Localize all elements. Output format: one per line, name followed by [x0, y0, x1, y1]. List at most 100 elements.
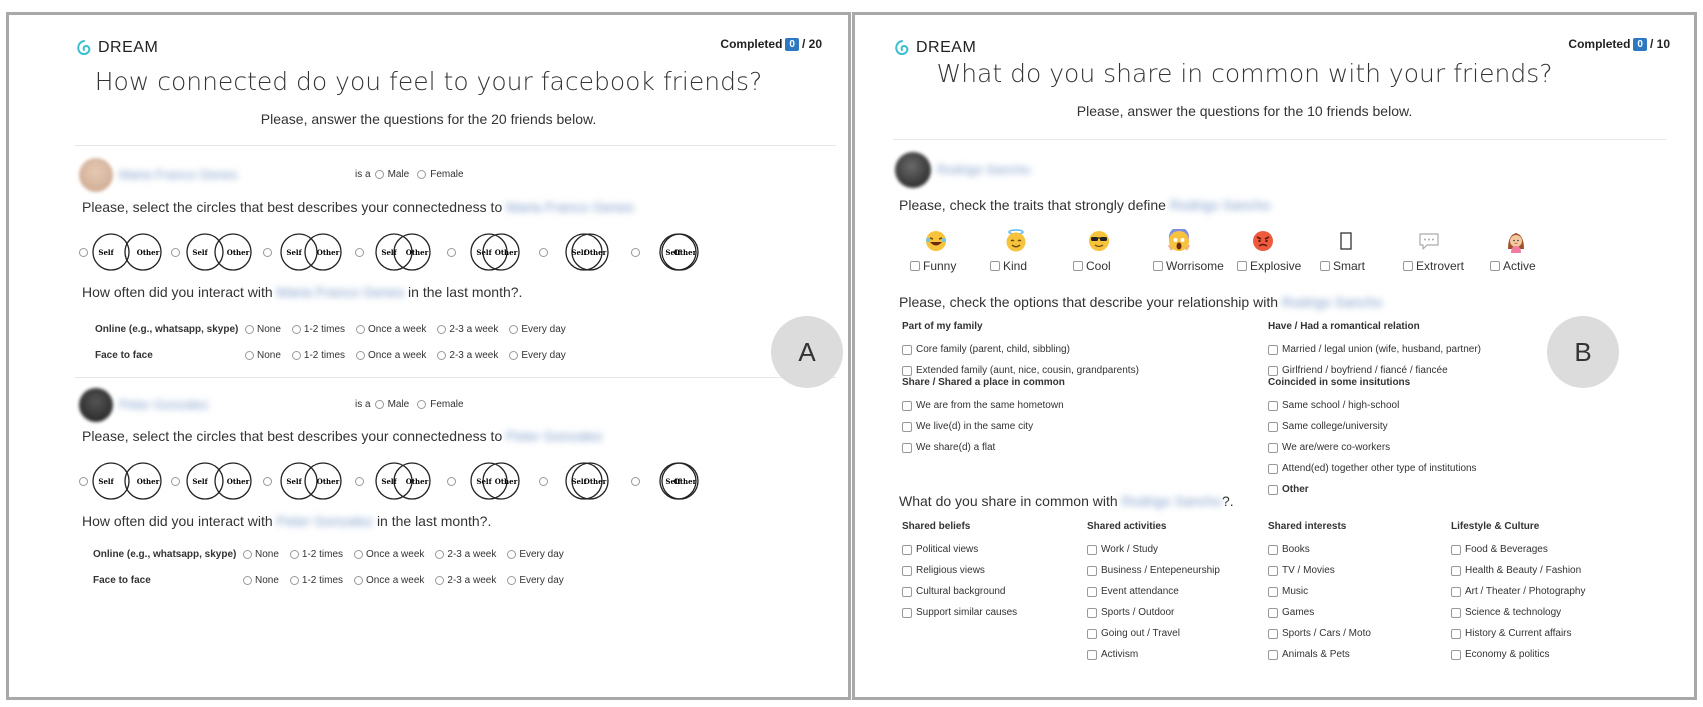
frequency-radio[interactable]: [243, 550, 252, 559]
frequency-radio[interactable]: [356, 351, 366, 360]
checkbox-option[interactable]: Same school / high-school: [1268, 395, 1477, 416]
checkbox-option[interactable]: We are/were co-workers: [1268, 437, 1477, 458]
frequency-radio[interactable]: [435, 550, 445, 559]
circle-option-radio[interactable]: [447, 476, 456, 486]
frequency-radio[interactable]: [437, 325, 447, 334]
checkbox-option[interactable]: TV / Movies: [1268, 560, 1371, 581]
option-checkbox[interactable]: [1087, 586, 1097, 597]
checkbox-option[interactable]: Activism: [1087, 644, 1220, 665]
option-checkbox[interactable]: [1451, 586, 1461, 597]
trait-checkbox[interactable]: [1490, 261, 1500, 271]
option-checkbox[interactable]: [1268, 565, 1278, 576]
circle-option-radio[interactable]: [539, 247, 548, 257]
trait-option[interactable]: Kind: [990, 259, 1027, 273]
checkbox-option[interactable]: Art / Theater / Photography: [1451, 581, 1585, 602]
option-checkbox[interactable]: [1268, 628, 1278, 639]
circle-option-2[interactable]: Self Other: [171, 459, 256, 503]
option-checkbox[interactable]: [1268, 484, 1278, 495]
checkbox-option[interactable]: Sports / Cars / Moto: [1268, 623, 1371, 644]
option-checkbox[interactable]: [1451, 544, 1461, 555]
trait-checkbox[interactable]: [1237, 261, 1247, 271]
trait-checkbox[interactable]: [990, 261, 1000, 271]
checkbox-option[interactable]: Event attendance: [1087, 581, 1220, 602]
option-checkbox[interactable]: [1268, 400, 1278, 411]
option-checkbox[interactable]: [902, 544, 912, 555]
option-checkbox[interactable]: [1268, 344, 1278, 355]
option-checkbox[interactable]: [1451, 607, 1461, 618]
frequency-radio[interactable]: [245, 351, 254, 360]
trait-option[interactable]: Cool: [1073, 259, 1111, 273]
checkbox-option[interactable]: Music: [1268, 581, 1371, 602]
option-checkbox[interactable]: [902, 365, 912, 376]
frequency-option[interactable]: None: [243, 549, 279, 560]
checkbox-option[interactable]: Animals & Pets: [1268, 644, 1371, 665]
frequency-option[interactable]: 2-3 a week: [435, 549, 496, 560]
male-radio[interactable]: [374, 400, 384, 409]
checkbox-option[interactable]: Attend(ed) together other type of instit…: [1268, 458, 1477, 479]
frequency-radio[interactable]: [243, 576, 252, 585]
male-radio[interactable]: [374, 170, 384, 179]
option-checkbox[interactable]: [1451, 628, 1461, 639]
frequency-radio[interactable]: [356, 325, 366, 334]
circle-option-3[interactable]: Self Other: [263, 459, 348, 503]
option-checkbox[interactable]: [1268, 365, 1278, 376]
trait-checkbox[interactable]: [1073, 261, 1083, 271]
trait-option[interactable]: Worrisome: [1153, 259, 1224, 273]
circle-option-2[interactable]: Self Other: [171, 230, 256, 274]
option-checkbox[interactable]: [1451, 565, 1461, 576]
checkbox-option[interactable]: Science & technology: [1451, 602, 1585, 623]
checkbox-option[interactable]: Same college/university: [1268, 416, 1477, 437]
checkbox-option[interactable]: History & Current affairs: [1451, 623, 1585, 644]
circle-option-radio[interactable]: [539, 476, 548, 486]
frequency-radio[interactable]: [289, 550, 299, 559]
circle-option-radio[interactable]: [447, 247, 456, 257]
option-checkbox[interactable]: [902, 344, 912, 355]
frequency-radio[interactable]: [507, 576, 517, 585]
circle-option-5[interactable]: Self Other: [447, 230, 532, 274]
female-radio[interactable]: [417, 170, 427, 179]
option-checkbox[interactable]: [902, 586, 912, 597]
circle-option-radio[interactable]: [79, 247, 88, 257]
circle-option-radio[interactable]: [631, 247, 640, 257]
trait-option[interactable]: Funny: [910, 259, 956, 273]
trait-checkbox[interactable]: [1153, 261, 1163, 271]
circle-option-5[interactable]: Self Other: [447, 459, 532, 503]
checkbox-option[interactable]: Religious views: [902, 560, 1017, 581]
frequency-option[interactable]: 2-3 a week: [435, 575, 496, 586]
frequency-radio[interactable]: [437, 351, 447, 360]
circle-option-6[interactable]: Self Other: [539, 230, 624, 274]
frequency-option[interactable]: 1-2 times: [291, 324, 345, 335]
option-checkbox[interactable]: [902, 442, 912, 453]
frequency-option[interactable]: 1-2 times: [291, 350, 345, 361]
option-checkbox[interactable]: [902, 607, 912, 618]
frequency-radio[interactable]: [291, 351, 301, 360]
checkbox-option[interactable]: Cultural background: [902, 581, 1017, 602]
option-checkbox[interactable]: [1268, 607, 1278, 618]
circle-option-radio[interactable]: [631, 476, 640, 486]
checkbox-option[interactable]: We live(d) in the same city: [902, 416, 1065, 437]
circle-option-radio[interactable]: [355, 476, 364, 486]
option-checkbox[interactable]: [1268, 421, 1278, 432]
frequency-radio[interactable]: [291, 325, 301, 334]
circle-option-radio[interactable]: [79, 476, 88, 486]
frequency-radio[interactable]: [245, 325, 254, 334]
checkbox-option[interactable]: We share(d) a flat: [902, 437, 1065, 458]
frequency-option[interactable]: 2-3 a week: [437, 324, 498, 335]
checkbox-option[interactable]: Business / Entepeneurship: [1087, 560, 1220, 581]
circle-option-radio[interactable]: [263, 476, 272, 486]
circle-option-6[interactable]: Self Other: [539, 459, 624, 503]
checkbox-option[interactable]: Sports / Outdoor: [1087, 602, 1220, 623]
trait-option[interactable]: Active: [1490, 259, 1536, 273]
frequency-option[interactable]: None: [245, 350, 281, 361]
frequency-option[interactable]: 1-2 times: [289, 549, 343, 560]
checkbox-option[interactable]: Core family (parent, child, sibbling): [902, 339, 1139, 360]
option-checkbox[interactable]: [1268, 442, 1278, 453]
trait-option[interactable]: Extrovert: [1403, 259, 1464, 273]
circle-option-4[interactable]: Self Other: [355, 230, 440, 274]
frequency-option[interactable]: Every day: [507, 575, 564, 586]
circle-option-radio[interactable]: [171, 476, 180, 486]
frequency-radio[interactable]: [509, 351, 519, 360]
circle-option-7[interactable]: Self Other: [631, 459, 716, 503]
frequency-option[interactable]: Once a week: [354, 575, 424, 586]
frequency-option[interactable]: Once a week: [356, 350, 426, 361]
